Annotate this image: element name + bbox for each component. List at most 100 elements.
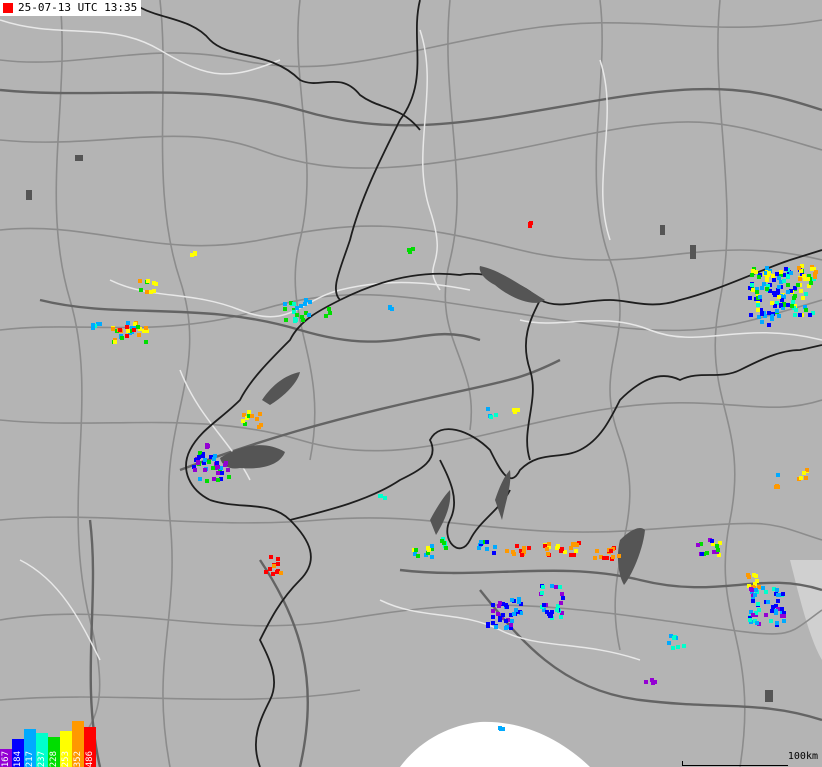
- lightning-strike: [797, 266, 801, 270]
- lightning-strike: [775, 588, 779, 592]
- lightning-strike: [777, 276, 781, 280]
- lake-small-5: [765, 690, 773, 702]
- lightning-strike: [485, 540, 489, 544]
- lightning-strike: [755, 621, 759, 625]
- lightning-strike: [754, 574, 758, 578]
- lightning-strike: [754, 588, 758, 592]
- lightning-strike: [758, 295, 762, 299]
- legend-bar: 228: [48, 737, 60, 767]
- lightning-strike: [676, 645, 680, 649]
- lightning-strike: [509, 623, 513, 627]
- lightning-strike: [485, 547, 489, 551]
- lightning-strike: [753, 593, 757, 597]
- lightning-strike: [496, 612, 500, 616]
- lightning-strike: [555, 608, 559, 612]
- lightning-strike: [515, 544, 519, 548]
- lightning-strike: [611, 555, 615, 559]
- lightning-strike: [705, 551, 709, 555]
- lightning-strike: [126, 329, 130, 333]
- lightning-strike: [491, 609, 495, 613]
- lightning-strike: [226, 468, 230, 472]
- lightning-strike: [775, 621, 779, 625]
- lightning-strike: [770, 609, 774, 613]
- legend-bar: 217: [24, 729, 36, 767]
- lightning-strike: [545, 610, 549, 614]
- lightning-strike: [756, 303, 760, 307]
- lightning-strike: [755, 290, 759, 294]
- lightning-strike: [276, 557, 280, 561]
- lightning-strike: [216, 471, 220, 475]
- lightning-strike: [504, 603, 508, 607]
- lightning-strike: [522, 546, 526, 550]
- lightning-strike: [747, 575, 751, 579]
- lightning-strike: [203, 458, 207, 462]
- lightning-strike: [216, 478, 220, 482]
- lightning-strike: [512, 552, 516, 556]
- lightning-strike: [304, 298, 308, 302]
- lightning-strike: [132, 328, 136, 332]
- lightning-strike: [765, 266, 769, 270]
- lightning-strike: [760, 286, 764, 290]
- legend-label: 217: [25, 750, 35, 767]
- lightning-strike: [279, 571, 283, 575]
- legend-label: 228: [49, 750, 59, 767]
- lightning-strike: [255, 417, 259, 421]
- lightning-strike: [414, 548, 418, 552]
- lightning-strike: [407, 248, 411, 252]
- lightning-strike: [776, 485, 780, 489]
- lightning-strike: [751, 599, 755, 603]
- lightning-strike: [113, 340, 117, 344]
- legend-label: 237: [37, 750, 47, 767]
- lightning-strike: [125, 325, 129, 329]
- lightning-strike: [774, 611, 778, 615]
- lightning-strike: [756, 602, 760, 606]
- timestamp-label: 25-07-13 UTC 13:35: [18, 1, 138, 14]
- scale-bar: 100km: [680, 751, 822, 767]
- lightning-strike: [748, 296, 752, 300]
- lightning-strike: [798, 313, 802, 317]
- lightning-strike: [284, 318, 288, 322]
- lightning-strike: [767, 271, 771, 275]
- lightning-strike: [379, 494, 383, 498]
- lightning-strike: [716, 548, 720, 552]
- lightning-strike: [517, 600, 521, 604]
- lightning-strike: [198, 477, 202, 481]
- lightning-strike: [775, 309, 779, 313]
- lightning-strike: [479, 540, 483, 544]
- lightning-strike: [671, 646, 675, 650]
- lightning-strike: [696, 543, 700, 547]
- lightning-strike: [793, 294, 797, 298]
- lightning-strike: [667, 641, 671, 645]
- lightning-strike: [786, 275, 790, 279]
- lightning-strike: [802, 471, 806, 475]
- lightning-strike: [806, 277, 810, 281]
- lightning-strike: [272, 564, 276, 568]
- lightning-strike: [411, 247, 415, 251]
- lightning-strike: [781, 592, 785, 596]
- legend-bar: 237: [36, 733, 48, 767]
- legend-bar: 184: [12, 739, 24, 767]
- lightning-strike: [779, 303, 783, 307]
- lightning-strike: [259, 423, 263, 427]
- lightning-strike: [293, 317, 297, 321]
- lightning-strike: [493, 545, 497, 549]
- lightning-strike: [751, 613, 755, 617]
- lightning-strike: [308, 300, 312, 304]
- legend-label: 253: [61, 750, 71, 767]
- lightning-strike: [750, 273, 754, 277]
- lightning-strike: [275, 570, 279, 574]
- lightning-strike: [328, 311, 332, 315]
- lightning-strike: [804, 476, 808, 480]
- lightning-strike: [426, 546, 430, 550]
- lightning-strike: [786, 290, 790, 294]
- lightning-strike: [247, 410, 251, 414]
- lightning-strike: [529, 221, 533, 225]
- lightning-strike: [757, 275, 761, 279]
- lightning-strike: [505, 549, 509, 553]
- lightning-strike: [520, 553, 524, 557]
- lightning-strike: [794, 308, 798, 312]
- lightning-strike: [545, 547, 549, 551]
- lightning-strike: [804, 308, 808, 312]
- lightning-strike: [762, 282, 766, 286]
- lightning-strike: [126, 321, 130, 325]
